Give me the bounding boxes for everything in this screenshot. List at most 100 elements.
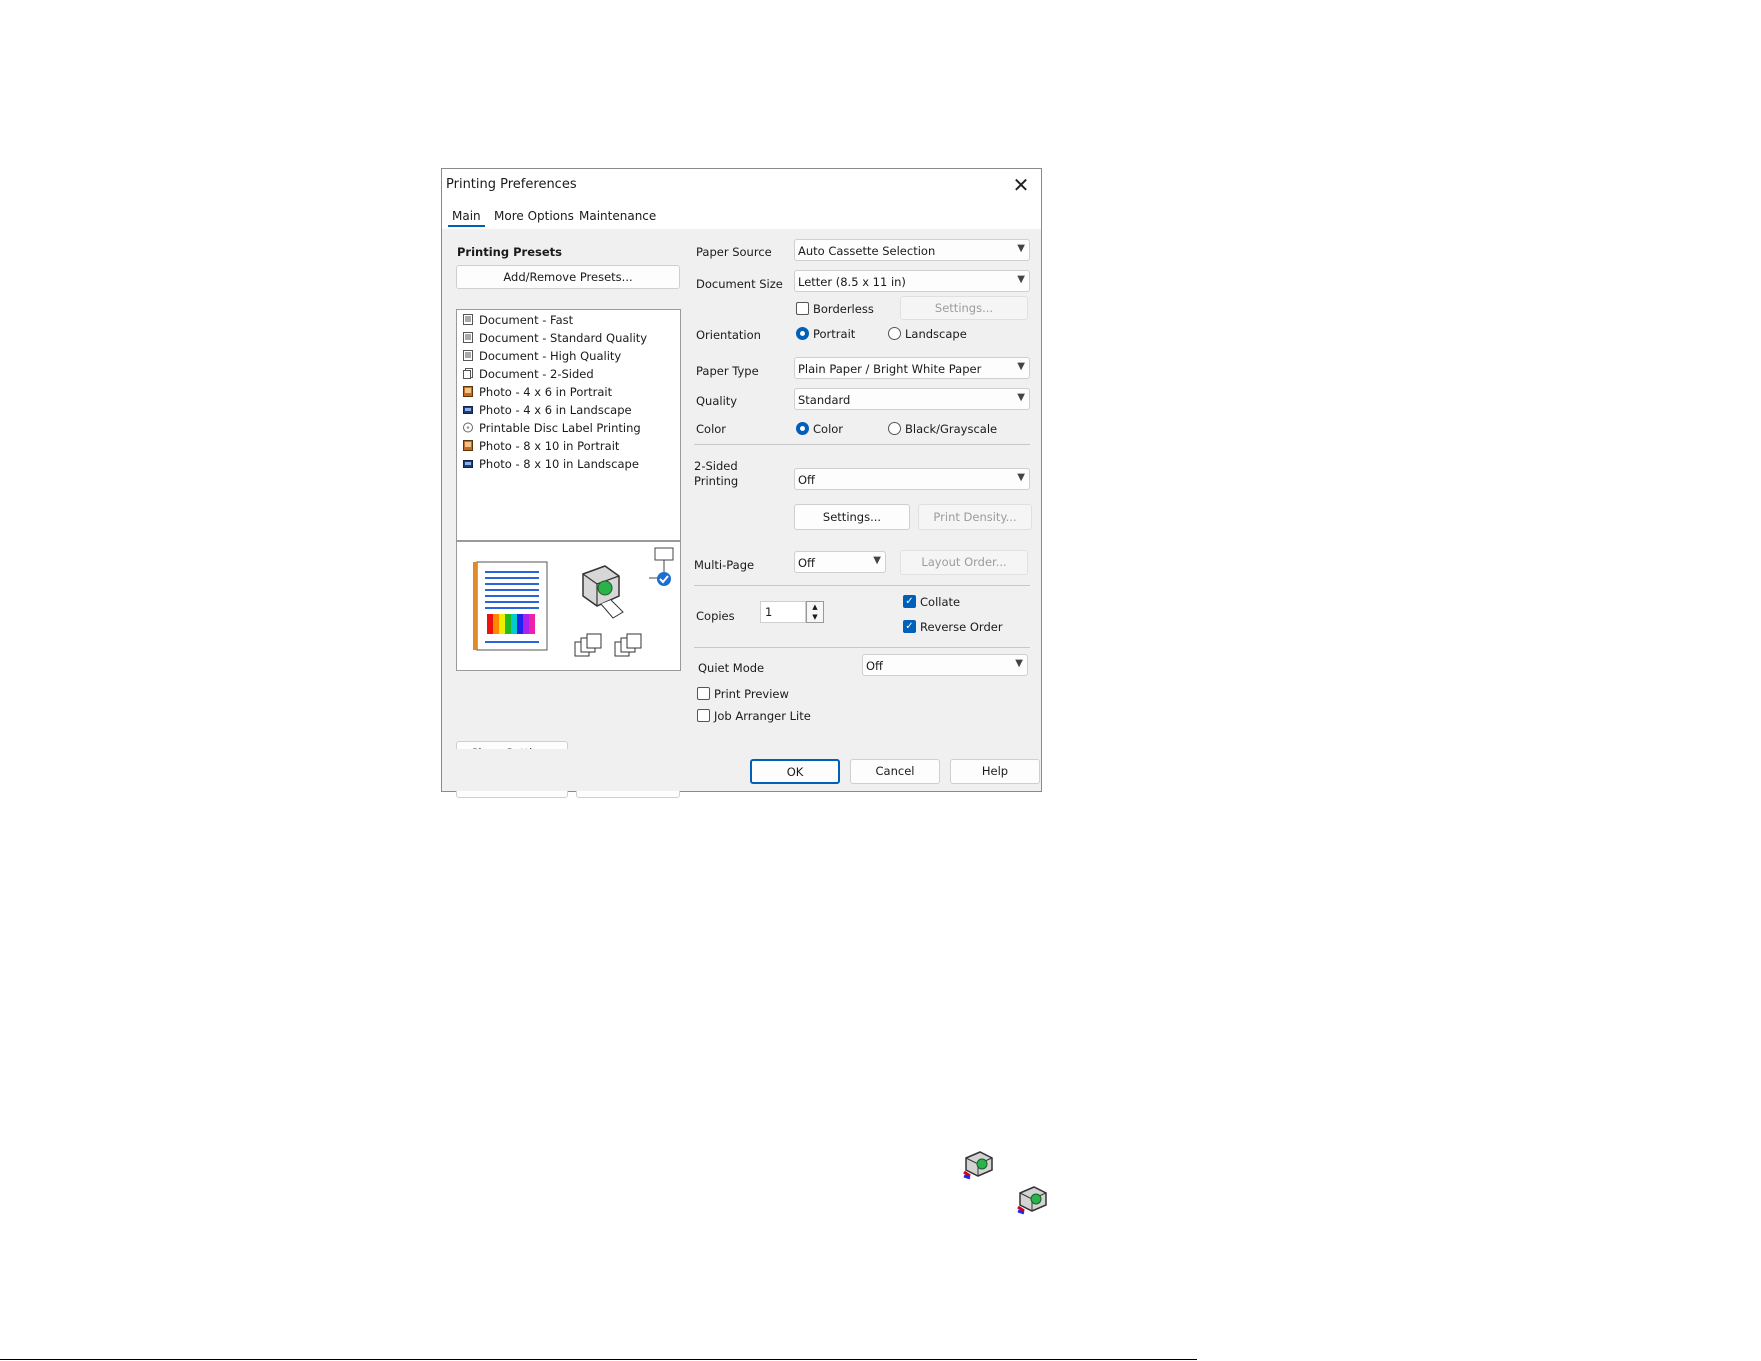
document-2sided-icon [463, 368, 473, 379]
two-sided-settings-button[interactable]: Settings... [794, 504, 910, 530]
list-item-label: Document - 2-Sided [479, 367, 594, 381]
list-item[interactable]: Document - High Quality [463, 349, 621, 363]
dialog-footer: OK Cancel Help [442, 749, 1041, 791]
close-icon[interactable]: ✕ [1007, 171, 1035, 199]
color-option-label: Color [813, 422, 844, 436]
chevron-down-icon: ▼ [1017, 243, 1025, 254]
reverse-order-checkbox[interactable]: ✓ [903, 620, 916, 633]
tab-main[interactable]: Main [448, 207, 485, 227]
list-item[interactable]: Photo - 8 x 10 in Landscape [463, 457, 639, 471]
title-bar: Printing Preferences ✕ [442, 169, 1041, 203]
black-grayscale-radio[interactable] [888, 422, 901, 435]
tab-more-options[interactable]: More Options [490, 207, 578, 225]
copies-stepper[interactable]: ▲ ▼ [806, 601, 824, 623]
list-item[interactable]: Photo - 4 x 6 in Landscape [463, 403, 632, 417]
paper-type-value: Plain Paper / Bright White Paper [798, 362, 982, 376]
chevron-down-icon: ▼ [1015, 658, 1023, 669]
two-sided-label-line2: Printing [694, 474, 739, 488]
paper-type-select[interactable]: Plain Paper / Bright White Paper ▼ [794, 357, 1030, 379]
document-size-value: Letter (8.5 x 11 in) [798, 275, 906, 289]
color-label: Color [696, 422, 727, 436]
portrait-radio[interactable] [796, 327, 809, 340]
multi-page-label: Multi-Page [694, 558, 755, 572]
quiet-mode-label: Quiet Mode [698, 661, 765, 675]
list-item-label: Document - Fast [479, 313, 574, 327]
stepper-down-icon[interactable]: ▼ [807, 612, 823, 622]
tab-maintenance[interactable]: Maintenance [575, 207, 660, 225]
divider [694, 585, 1030, 586]
paper-type-label: Paper Type [696, 364, 759, 378]
quality-label: Quality [696, 394, 738, 408]
settings-preview [456, 541, 681, 671]
list-item-label: Photo - 4 x 6 in Portrait [479, 385, 613, 399]
copies-input[interactable]: 1 [760, 601, 806, 623]
chevron-down-icon: ▼ [1017, 472, 1025, 483]
disc-icon [463, 422, 473, 433]
dialog-title: Printing Preferences [446, 177, 577, 192]
layout-order-button[interactable]: Layout Order... [900, 550, 1028, 575]
presets-list[interactable]: Document - Fast Document - Standard Qual… [456, 309, 681, 541]
print-preview-label: Print Preview [714, 687, 789, 701]
printer-utility-icon [1016, 1183, 1050, 1215]
list-item[interactable]: Photo - 8 x 10 in Portrait [463, 439, 619, 453]
printer-utility-icon [962, 1148, 996, 1180]
chevron-down-icon: ▼ [873, 555, 881, 566]
list-item-label: Printable Disc Label Printing [479, 421, 641, 435]
paper-source-select[interactable]: Auto Cassette Selection ▼ [794, 239, 1030, 261]
divider [694, 647, 1030, 648]
two-sided-value: Off [798, 473, 815, 487]
landscape-radio[interactable] [888, 327, 901, 340]
paper-source-value: Auto Cassette Selection [798, 244, 936, 258]
orientation-label: Orientation [696, 328, 761, 342]
job-arranger-lite-label: Job Arranger Lite [714, 709, 811, 723]
list-item-label: Document - High Quality [479, 349, 622, 363]
print-preview-checkbox[interactable] [697, 687, 710, 700]
print-density-button[interactable]: Print Density... [918, 504, 1032, 530]
multi-page-select[interactable]: Off ▼ [794, 551, 886, 573]
borderless-settings-button[interactable]: Settings... [900, 296, 1028, 320]
photo-landscape-icon [463, 404, 473, 415]
list-item[interactable]: Document - Standard Quality [463, 331, 647, 345]
list-item[interactable]: Photo - 4 x 6 in Portrait [463, 385, 612, 399]
color-radio[interactable] [796, 422, 809, 435]
paper-source-label: Paper Source [696, 245, 772, 259]
help-button[interactable]: Help [950, 759, 1040, 784]
quiet-mode-select[interactable]: Off ▼ [862, 654, 1028, 676]
copies-label: Copies [696, 609, 735, 623]
landscape-label: Landscape [905, 327, 967, 341]
printing-preferences-dialog: Printing Preferences ✕ Main More Options… [441, 168, 1042, 798]
borderless-checkbox[interactable] [796, 302, 809, 315]
document-size-label: Document Size [696, 277, 783, 291]
list-item[interactable]: Document - 2-Sided [463, 367, 594, 381]
photo-landscape-icon [463, 458, 473, 469]
quality-select[interactable]: Standard ▼ [794, 388, 1030, 410]
two-sided-select[interactable]: Off ▼ [794, 468, 1030, 490]
collate-label: Collate [920, 595, 961, 609]
portrait-label: Portrait [813, 327, 856, 341]
document-size-select[interactable]: Letter (8.5 x 11 in) ▼ [794, 270, 1030, 292]
quiet-mode-value: Off [866, 659, 883, 673]
collate-checkbox[interactable]: ✓ [903, 595, 916, 608]
printing-presets-heading: Printing Presets [457, 245, 562, 259]
quality-value: Standard [798, 393, 851, 407]
multi-page-value: Off [798, 556, 815, 570]
ok-button[interactable]: OK [750, 759, 840, 784]
document-icon [463, 314, 473, 325]
chevron-down-icon: ▼ [1017, 392, 1025, 403]
list-item-label: Photo - 8 x 10 in Portrait [479, 439, 620, 453]
stepper-up-icon[interactable]: ▲ [807, 602, 823, 612]
document-icon [463, 350, 473, 361]
black-grayscale-label: Black/Grayscale [905, 422, 998, 436]
reverse-order-label: Reverse Order [920, 620, 1003, 634]
cancel-button[interactable]: Cancel [850, 759, 940, 784]
list-item[interactable]: Document - Fast [463, 313, 573, 327]
list-item[interactable]: Printable Disc Label Printing [463, 421, 641, 435]
list-item-label: Photo - 8 x 10 in Landscape [479, 457, 639, 471]
preview-illustration [473, 547, 674, 657]
job-arranger-lite-checkbox[interactable] [697, 709, 710, 722]
borderless-label: Borderless [813, 302, 874, 316]
main-panel: Printing Presets Add/Remove Presets... D… [442, 229, 1041, 798]
photo-portrait-icon [463, 440, 473, 451]
tab-strip: Main More Options Maintenance [442, 203, 1041, 229]
add-remove-presets-button[interactable]: Add/Remove Presets... [456, 265, 680, 289]
